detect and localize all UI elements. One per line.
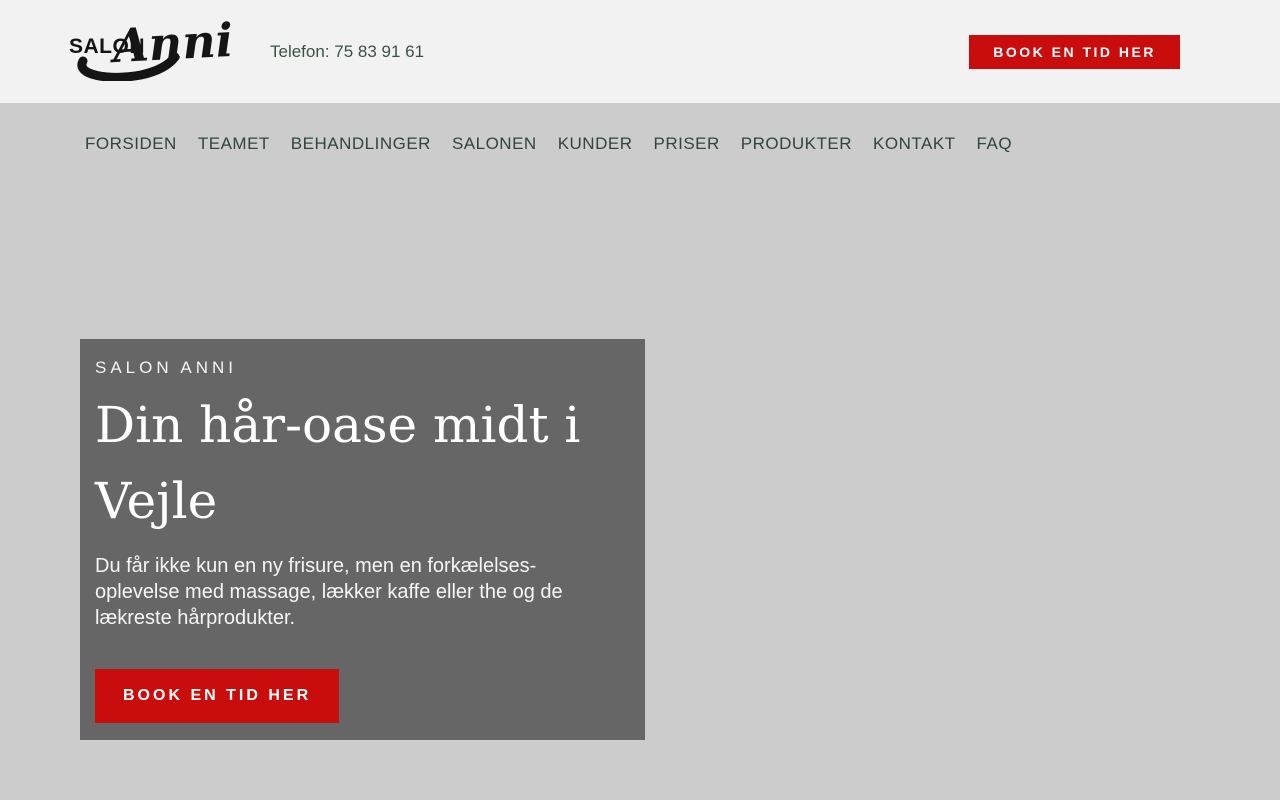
nav-item-salonen[interactable]: SALONEN bbox=[452, 134, 537, 154]
nav-item-behandlinger[interactable]: BEHANDLINGER bbox=[291, 134, 431, 154]
book-appointment-button-hero[interactable]: BOOK EN TID HER bbox=[95, 669, 340, 723]
phone-number: Telefon: 75 83 91 61 bbox=[270, 41, 425, 61]
top-bar: SALON Anni Telefon: 75 83 91 61 BOOK EN … bbox=[0, 0, 1280, 103]
salon-anni-logo[interactable]: SALON Anni bbox=[69, 12, 234, 81]
hero-title: Din hår-oase midt i Vejle bbox=[95, 396, 581, 530]
hero-description: Du får ikke kun en ny frisure, men en fo… bbox=[95, 555, 563, 629]
nav-item-kontakt[interactable]: KONTAKT bbox=[873, 134, 956, 154]
nav-item-teamet[interactable]: TEAMET bbox=[198, 134, 270, 154]
book-appointment-button-header[interactable]: BOOK EN TID HER bbox=[969, 34, 1180, 69]
main-navigation: FORSIDEN TEAMET BEHANDLINGER SALONEN KUN… bbox=[0, 103, 1280, 185]
nav-item-priser[interactable]: PRISER bbox=[653, 134, 719, 154]
nav-item-produkter[interactable]: PRODUKTER bbox=[741, 134, 852, 154]
hero-eyebrow: SALON ANNI bbox=[95, 358, 238, 377]
nav-item-faq[interactable]: FAQ bbox=[977, 134, 1013, 154]
hero-overlay-box: SALON ANNI Din hår-oase midt i Vejle Du … bbox=[80, 339, 645, 740]
logo-anni-text: Anni bbox=[111, 12, 235, 73]
nav-item-forsiden[interactable]: FORSIDEN bbox=[85, 134, 177, 154]
hero-section: SALON ANNI Din hår-oase midt i Vejle Du … bbox=[0, 185, 1280, 800]
nav-item-kunder[interactable]: KUNDER bbox=[558, 134, 633, 154]
